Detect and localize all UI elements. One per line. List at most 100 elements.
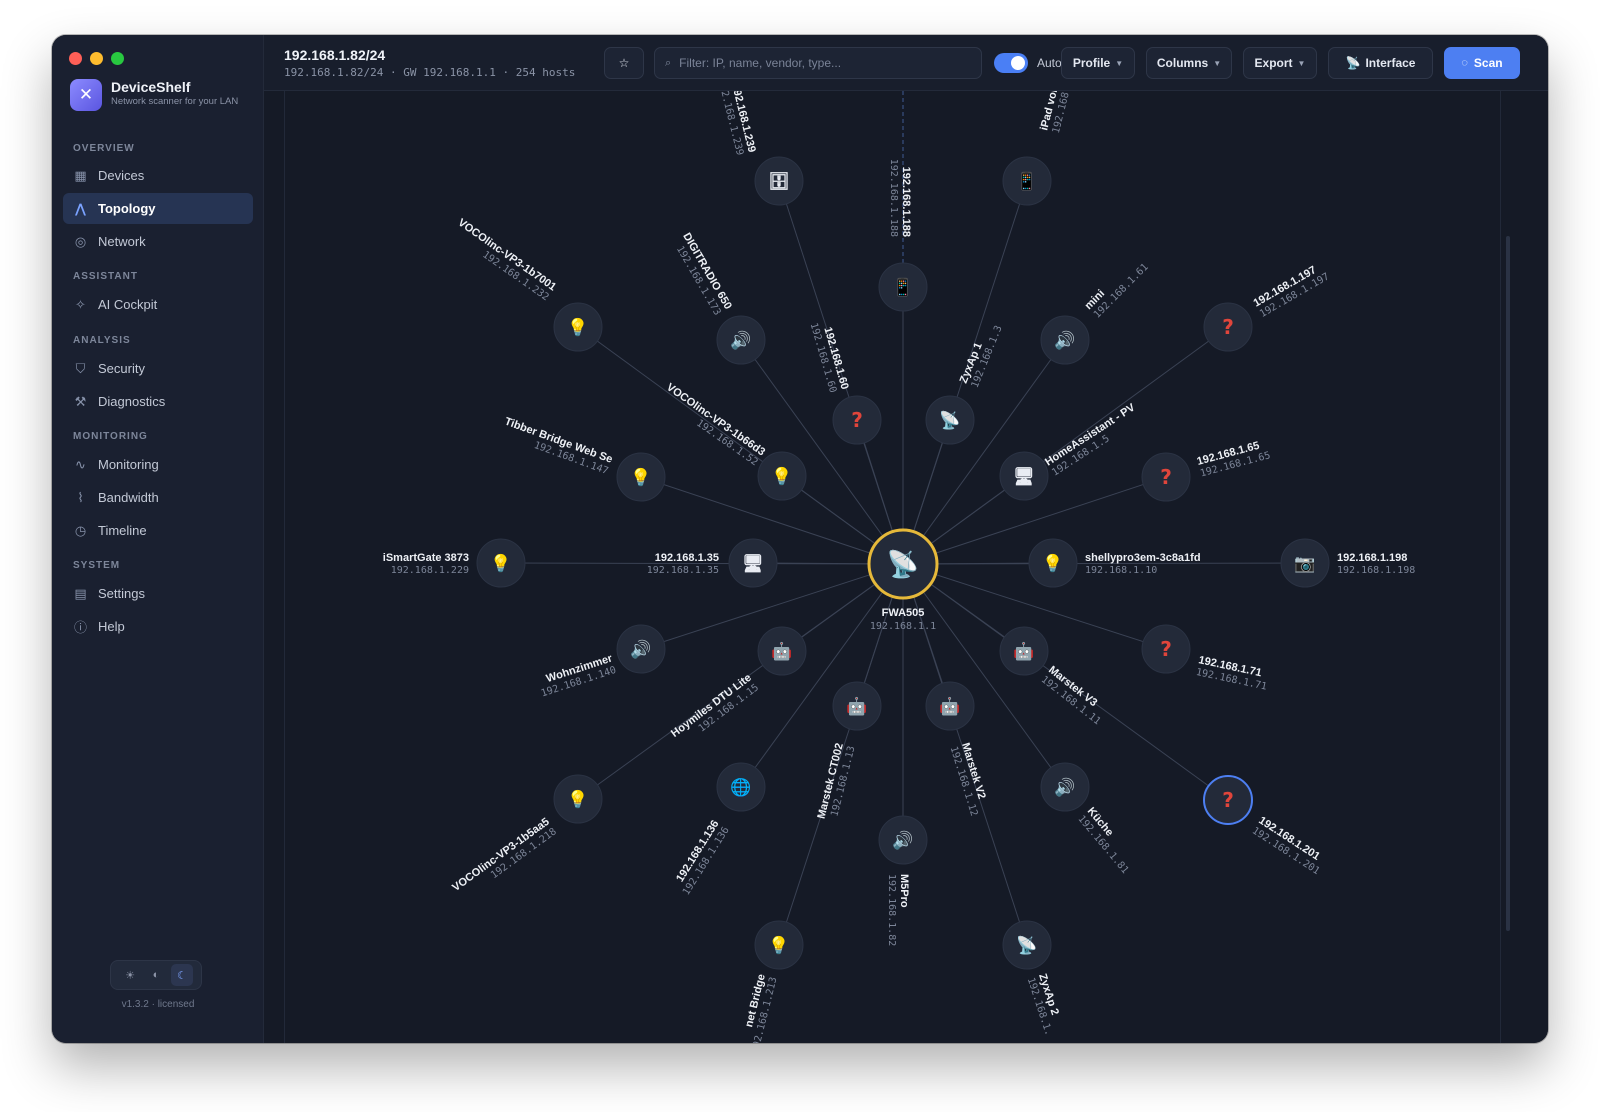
sparkles-icon: ✧ [75,296,86,312]
sidebar-item-bandwidth[interactable]: ⌇ Bandwidth [63,482,253,513]
device-node[interactable]: ? 192.168.1.197192.168.1.197 [1203,260,1331,352]
device-node[interactable]: 💡 shellypro3em-3c8a1fd192.168.1.10 [1028,538,1201,588]
node-ip: 192.168.1.10 [1085,565,1157,576]
robot-icon: 🤖 [939,696,960,717]
device-node[interactable]: 🤖 Hoymiles DTU Lite192.168.1.15 [669,626,807,749]
device-node[interactable]: 📱 iPad von Chr192.168.1.1 [1002,91,1078,206]
gateway-node[interactable]: 📡 FWA505 192.168.1.1 [867,528,939,632]
auto-refresh-toggle[interactable] [994,53,1028,73]
bulb-icon: 💡 [1042,553,1063,574]
speaker-icon: 🔊 [1054,777,1075,798]
node-ip: 192.168.1.188 [888,159,899,237]
device-node[interactable]: ? 192.168.1.71192.168.1.71 [1141,624,1271,693]
close-window-button[interactable] [69,52,82,65]
sidebar-item-ai-cockpit[interactable]: ✧ AI Cockpit [63,289,253,320]
device-node[interactable]: 🖥 192.168.1.35192.168.1.35 [647,538,778,588]
device-node[interactable]: 📱 192.168.1.188192.168.1.188 [878,159,928,312]
node-label: Marstek V3192.168.1.11 [1039,664,1103,727]
sidebar-item-network[interactable]: ◎ Network [63,226,253,257]
sidebar-item-help[interactable]: ⓘ Help [63,611,253,642]
device-node[interactable]: 🤖 Marstek V2192.168.1.12 [925,681,992,817]
zoom-window-button[interactable] [111,52,124,65]
node-label: Marstek CT002192.168.1.13 [815,742,857,820]
unknown-icon: ? [1222,315,1234,339]
sidebar-item-label: Help [98,619,125,634]
sidebar-item-security[interactable]: ⛉ Security [63,353,253,384]
node-name: 192.168.1.188 [900,167,912,237]
sidebar-item-topology[interactable]: ⋀ Topology [63,193,253,224]
device-node[interactable]: ? 192.168.1.201192.168.1.201 [1203,775,1329,877]
auto-refresh-label: Auto [1037,56,1062,70]
app-name: DeviceShelf [111,79,191,95]
window-controls [69,52,124,65]
caret-down-icon: ▼ [1297,58,1306,68]
minimize-window-button[interactable] [90,52,103,65]
sidebar-item-diagnostics[interactable]: ⚒ Diagnostics [63,386,253,417]
topology-canvas[interactable]: 🗄 192.168.1.239 192.168.1.239 📱 192.168.1.18… [264,91,1548,1043]
node-name: 192.168.1.35 [655,552,719,564]
theme-switch: ☀ ◐ ☾ [110,960,202,990]
topology-nodes: 🗄 192.168.1.239192.168.1.239 📱 192.168.1.18… [383,91,1416,1043]
node-label: iSmartGate 3873192.168.1.229 [383,552,469,576]
node-label: 192.168.1.188192.168.1.188 [888,159,912,237]
device-node[interactable]: 📷 192.168.1.198192.168.1.198 [1280,538,1415,588]
profile-dropdown[interactable]: Profile ▼ [1061,47,1135,79]
device-node[interactable]: 🌐 192.168.1.136192.168.1.136 [670,762,766,897]
unknown-icon: ? [1160,637,1172,661]
scan-button[interactable]: ◌ Scan [1444,47,1520,79]
sidebar-item-timeline[interactable]: ◷ Timeline [63,515,253,546]
device-node[interactable]: 📡 ZyxAp 1192.168.1.3 [925,319,1005,445]
device-node[interactable]: 💡 VOCOlinc-VP3-1b7001192.168.1.232 [449,217,603,352]
satellite-dish-icon: 📡 [887,547,919,579]
sidebar-item-monitoring[interactable]: ∿ Monitoring [63,449,253,480]
device-node[interactable]: 🔊 DIGITRADIO 650192.168.1.173 [670,231,766,365]
nav-section-analysis: ANALYSIS [73,335,131,346]
device-node[interactable]: 🤖 Marstek CT002192.168.1.13 [815,681,882,823]
sidebar: ✕ DeviceShelf Network scanner for your L… [52,35,264,1043]
device-node[interactable]: 🔊 Wohnzimmer192.168.1.140 [536,624,666,699]
node-label: VOCOlinc-VP3-1b5aa5192.168.1.218 [450,816,559,894]
interface-label: Interface [1365,56,1416,70]
node-label: net Bridge192.168.1.213 [743,973,779,1043]
node-label: 192.168.1.60192.168.1.60 [808,322,851,394]
sidebar-item-settings[interactable]: ▤ Settings [63,578,253,609]
dark-theme-icon[interactable]: ☾ [171,964,193,986]
device-node[interactable]: ? 192.168.1.65192.168.1.65 [1141,438,1272,502]
node-name: VOCOlinc-VP3-1b5aa5 [450,816,552,894]
scan-icon: ◌ [1461,57,1468,69]
node-label: HomeAssistant - PV192.168.1.5 [1043,401,1138,478]
columns-dropdown[interactable]: Columns ▼ [1146,47,1232,79]
satellite-dish-icon: 📡 [1345,56,1361,70]
device-node[interactable]: 🔊 mini192.168.1.61 [1040,253,1151,365]
node-name: shellypro3em-3c8a1fd [1085,552,1201,564]
device-node[interactable]: 💡 Tibber Bridge Web Se192.168.1.147 [499,416,666,502]
device-node[interactable]: 💡 iSmartGate 3873192.168.1.229 [383,538,526,588]
system-theme-icon[interactable]: ◐ [145,964,167,986]
node-label: ZyxAp 2192.168.1. [1025,972,1061,1037]
export-dropdown[interactable]: Export ▼ [1243,47,1317,79]
node-label: Marstek V2192.168.1.12 [948,741,988,817]
device-node[interactable]: 💡 net Bridge192.168.1.213 [737,920,804,1043]
search-input[interactable] [679,56,970,70]
node-name: iSmartGate 3873 [383,552,469,564]
device-node[interactable]: ?192.168.1.60192.168.1.60 [808,318,882,445]
device-node[interactable]: 💡 VOCOlinc-VP3-1b5aa5192.168.1.218 [450,774,603,904]
robot-icon: 🤖 [771,641,792,662]
device-node[interactable]: 🗄 192.168.1.239192.168.1.239 [716,91,804,206]
device-node[interactable]: 📡 ZyxAp 2192.168.1. [1002,920,1066,1037]
device-node[interactable]: 🖥 HomeAssistant - PV192.168.1.5 [999,401,1144,501]
device-node[interactable]: 🔊 M5Pro192.168.1.82 [878,815,928,946]
sidebar-item-devices[interactable]: ▦ Devices [63,160,253,191]
device-node[interactable]: 🤖Marstek V3192.168.1.11 [999,626,1110,727]
speaker-icon: 🔊 [892,830,913,851]
light-theme-icon[interactable]: ☀ [119,964,141,986]
node-ip: 192.168.1.198 [1337,565,1415,576]
caret-down-icon: ▼ [1115,58,1124,68]
node-label: M5Pro192.168.1.82 [886,874,910,946]
interface-button[interactable]: 📡 Interface [1328,47,1433,79]
device-node[interactable]: 🔊Küche192.168.1.81 [1040,762,1140,876]
wrench-icon: ⚒ [74,393,87,409]
page-title: 192.168.1.82/24 [284,47,386,63]
favorite-button[interactable]: ☆ [604,47,644,79]
version-label: v1.3.2 · licensed [121,999,195,1010]
